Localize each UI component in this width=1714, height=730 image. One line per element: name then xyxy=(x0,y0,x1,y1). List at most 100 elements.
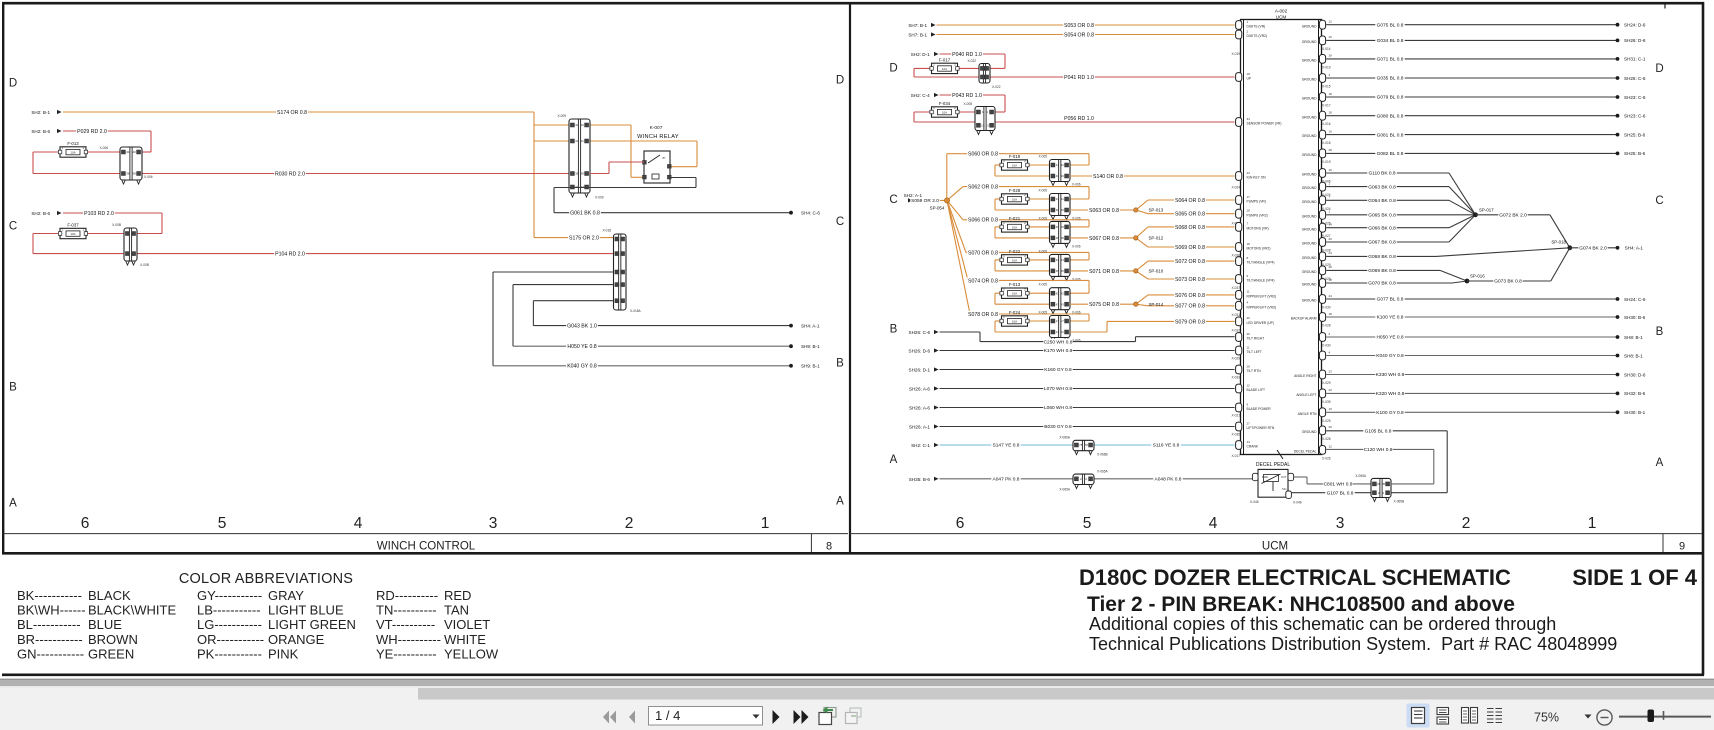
svg-text:L070 WH 0.8: L070 WH 0.8 xyxy=(1044,386,1072,392)
svg-text:X-029: X-029 xyxy=(1322,381,1331,385)
svg-text:GROUND: GROUND xyxy=(1302,115,1317,119)
svg-text:X-065B: X-065B xyxy=(1394,500,1405,504)
svg-text:X-029: X-029 xyxy=(1231,357,1240,361)
svg-text:12: 12 xyxy=(1329,20,1333,24)
svg-text:10A: 10A xyxy=(70,232,75,236)
svg-text:S174 OR 0.8: S174 OR 0.8 xyxy=(277,110,307,116)
svg-text:S074 OR 0.8: S074 OR 0.8 xyxy=(968,278,998,284)
svg-text:BK-----------: BK----------- xyxy=(17,588,82,603)
svg-text:14: 14 xyxy=(1247,440,1251,444)
svg-text:PUMPS (VR2): PUMPS (VR2) xyxy=(1247,213,1268,217)
svg-text:D: D xyxy=(9,78,17,90)
svg-text:34: 34 xyxy=(1056,258,1060,262)
svg-text:G034 BL 0.8: G034 BL 0.8 xyxy=(1377,38,1404,44)
svg-text:10A: 10A xyxy=(942,111,947,115)
svg-text:SH24: D-6: SH24: D-6 xyxy=(1624,23,1646,28)
svg-text:P043 RD 1.0: P043 RD 1.0 xyxy=(952,93,982,99)
svg-text:F-022: F-022 xyxy=(1009,249,1021,254)
svg-text:X-008: X-008 xyxy=(963,102,972,106)
svg-text:PUMPS (VR): PUMPS (VR) xyxy=(1247,200,1266,204)
svg-text:X-066A: X-066A xyxy=(1059,436,1071,440)
svg-text:X-018: X-018 xyxy=(1322,141,1331,145)
svg-text:K040 GY 0.8: K040 GY 0.8 xyxy=(567,364,597,370)
svg-text:40: 40 xyxy=(575,123,579,127)
svg-text:5: 5 xyxy=(1083,515,1092,532)
svg-text:S063 OR 0.8: S063 OR 0.8 xyxy=(1089,208,1119,214)
svg-text:40: 40 xyxy=(133,150,137,154)
svg-text:TILT RIGHT: TILT RIGHT xyxy=(1247,337,1265,341)
svg-text:4: 4 xyxy=(1329,73,1331,77)
svg-text:IGN KEY ON: IGN KEY ON xyxy=(1247,176,1267,180)
svg-text:2: 2 xyxy=(1329,332,1331,336)
svg-text:X-005: X-005 xyxy=(1038,283,1047,287)
svg-text:14: 14 xyxy=(1329,223,1333,227)
svg-text:C: C xyxy=(889,194,897,206)
svg-text:BLACK: BLACK xyxy=(88,588,131,603)
svg-text:DIGITS (VR2): DIGITS (VR2) xyxy=(1247,34,1268,38)
svg-text:GREEN: GREEN xyxy=(88,646,134,661)
svg-text:SIG: SIG xyxy=(1282,487,1286,491)
svg-text:TILT RTN: TILT RTN xyxy=(1247,369,1262,373)
svg-text:S071 OR 0.8: S071 OR 0.8 xyxy=(1089,269,1119,275)
svg-text:F-037: F-037 xyxy=(67,223,79,228)
svg-text:RD----------: RD---------- xyxy=(376,588,438,603)
svg-text:X-028: X-028 xyxy=(1322,437,1331,441)
svg-text:SH2: C-4: SH2: C-4 xyxy=(911,93,930,98)
svg-text:87: 87 xyxy=(662,156,666,160)
svg-text:GROUND: GROUND xyxy=(1302,40,1317,44)
svg-text:3: 3 xyxy=(489,515,498,532)
svg-text:SH25: B-6: SH25: B-6 xyxy=(1624,151,1646,156)
svg-text:G081 BL 0.8: G081 BL 0.8 xyxy=(1377,132,1404,138)
svg-text:SH2: D-1: SH2: D-1 xyxy=(911,52,930,57)
svg-text:X-006: X-006 xyxy=(99,146,108,150)
svg-text:12: 12 xyxy=(1247,383,1251,387)
svg-text:G105 BL 0.8: G105 BL 0.8 xyxy=(1365,429,1392,435)
svg-text:B: B xyxy=(1656,326,1664,338)
svg-text:16: 16 xyxy=(1329,129,1333,133)
svg-text:G061 BK 0.8: G061 BK 0.8 xyxy=(570,211,600,217)
svg-text:S054 OR 0.8: S054 OR 0.8 xyxy=(1064,32,1094,38)
svg-text:28: 28 xyxy=(1329,265,1333,269)
svg-text:RIPPER/LIFT (VR3): RIPPER/LIFT (VR3) xyxy=(1247,295,1276,299)
svg-text:10A: 10A xyxy=(1012,225,1017,229)
svg-text:K040 GY 0.8: K040 GY 0.8 xyxy=(1376,353,1404,359)
svg-text:3: 3 xyxy=(1336,515,1345,532)
svg-text:28: 28 xyxy=(1056,236,1060,240)
svg-text:X-030: X-030 xyxy=(1322,306,1331,310)
svg-text:23: 23 xyxy=(1329,369,1333,373)
svg-text:UCM: UCM xyxy=(1276,15,1287,20)
svg-text:X-065A: X-065A xyxy=(1355,474,1367,478)
svg-text:B: B xyxy=(9,382,17,394)
svg-text:TILT LEFT: TILT LEFT xyxy=(1247,350,1262,354)
svg-text:BLADE POWER: BLADE POWER xyxy=(1247,407,1272,411)
svg-text:S072 OR 0.8: S072 OR 0.8 xyxy=(1175,259,1205,265)
svg-text:A: A xyxy=(1656,457,1664,469)
svg-text:12: 12 xyxy=(1329,445,1333,449)
svg-text:UCM: UCM xyxy=(1262,541,1288,553)
svg-text:35: 35 xyxy=(1061,269,1065,273)
svg-text:C801 WH 0.8: C801 WH 0.8 xyxy=(1324,482,1353,488)
svg-text:SP-018: SP-018 xyxy=(1551,240,1566,245)
svg-text:17: 17 xyxy=(1247,195,1251,199)
svg-text:X-015: X-015 xyxy=(1322,85,1331,89)
svg-text:18: 18 xyxy=(1329,111,1333,115)
svg-text:78: 78 xyxy=(1085,443,1089,447)
svg-text:G075 BL 0.8: G075 BL 0.8 xyxy=(1377,22,1404,28)
svg-text:9: 9 xyxy=(1679,541,1685,553)
svg-text:SH30: B-6: SH30: B-6 xyxy=(1624,315,1646,320)
svg-text:38: 38 xyxy=(133,172,137,176)
svg-text:GRAY: GRAY xyxy=(268,588,304,603)
svg-text:K100 GY 0.8: K100 GY 0.8 xyxy=(1376,410,1404,416)
svg-text:C120 WH 0.8: C120 WH 0.8 xyxy=(1364,447,1393,453)
svg-text:26: 26 xyxy=(1329,425,1333,429)
svg-text:SH24: C-6: SH24: C-6 xyxy=(1624,297,1646,302)
svg-text:X-065A: X-065A xyxy=(1097,470,1109,474)
svg-text:G066 BK 0.8: G066 BK 0.8 xyxy=(1368,225,1396,231)
svg-text:VIOLET: VIOLET xyxy=(444,617,490,632)
svg-text:C: C xyxy=(836,216,844,228)
svg-text:K-007: K-007 xyxy=(650,125,663,131)
svg-text:G072 BK 2.0: G072 BK 2.0 xyxy=(1499,213,1527,219)
svg-text:K170 WH 0.8: K170 WH 0.8 xyxy=(1044,348,1073,354)
svg-text:SH26: D-6: SH26: D-6 xyxy=(909,349,931,354)
svg-text:SH9: B-1: SH9: B-1 xyxy=(801,344,820,349)
